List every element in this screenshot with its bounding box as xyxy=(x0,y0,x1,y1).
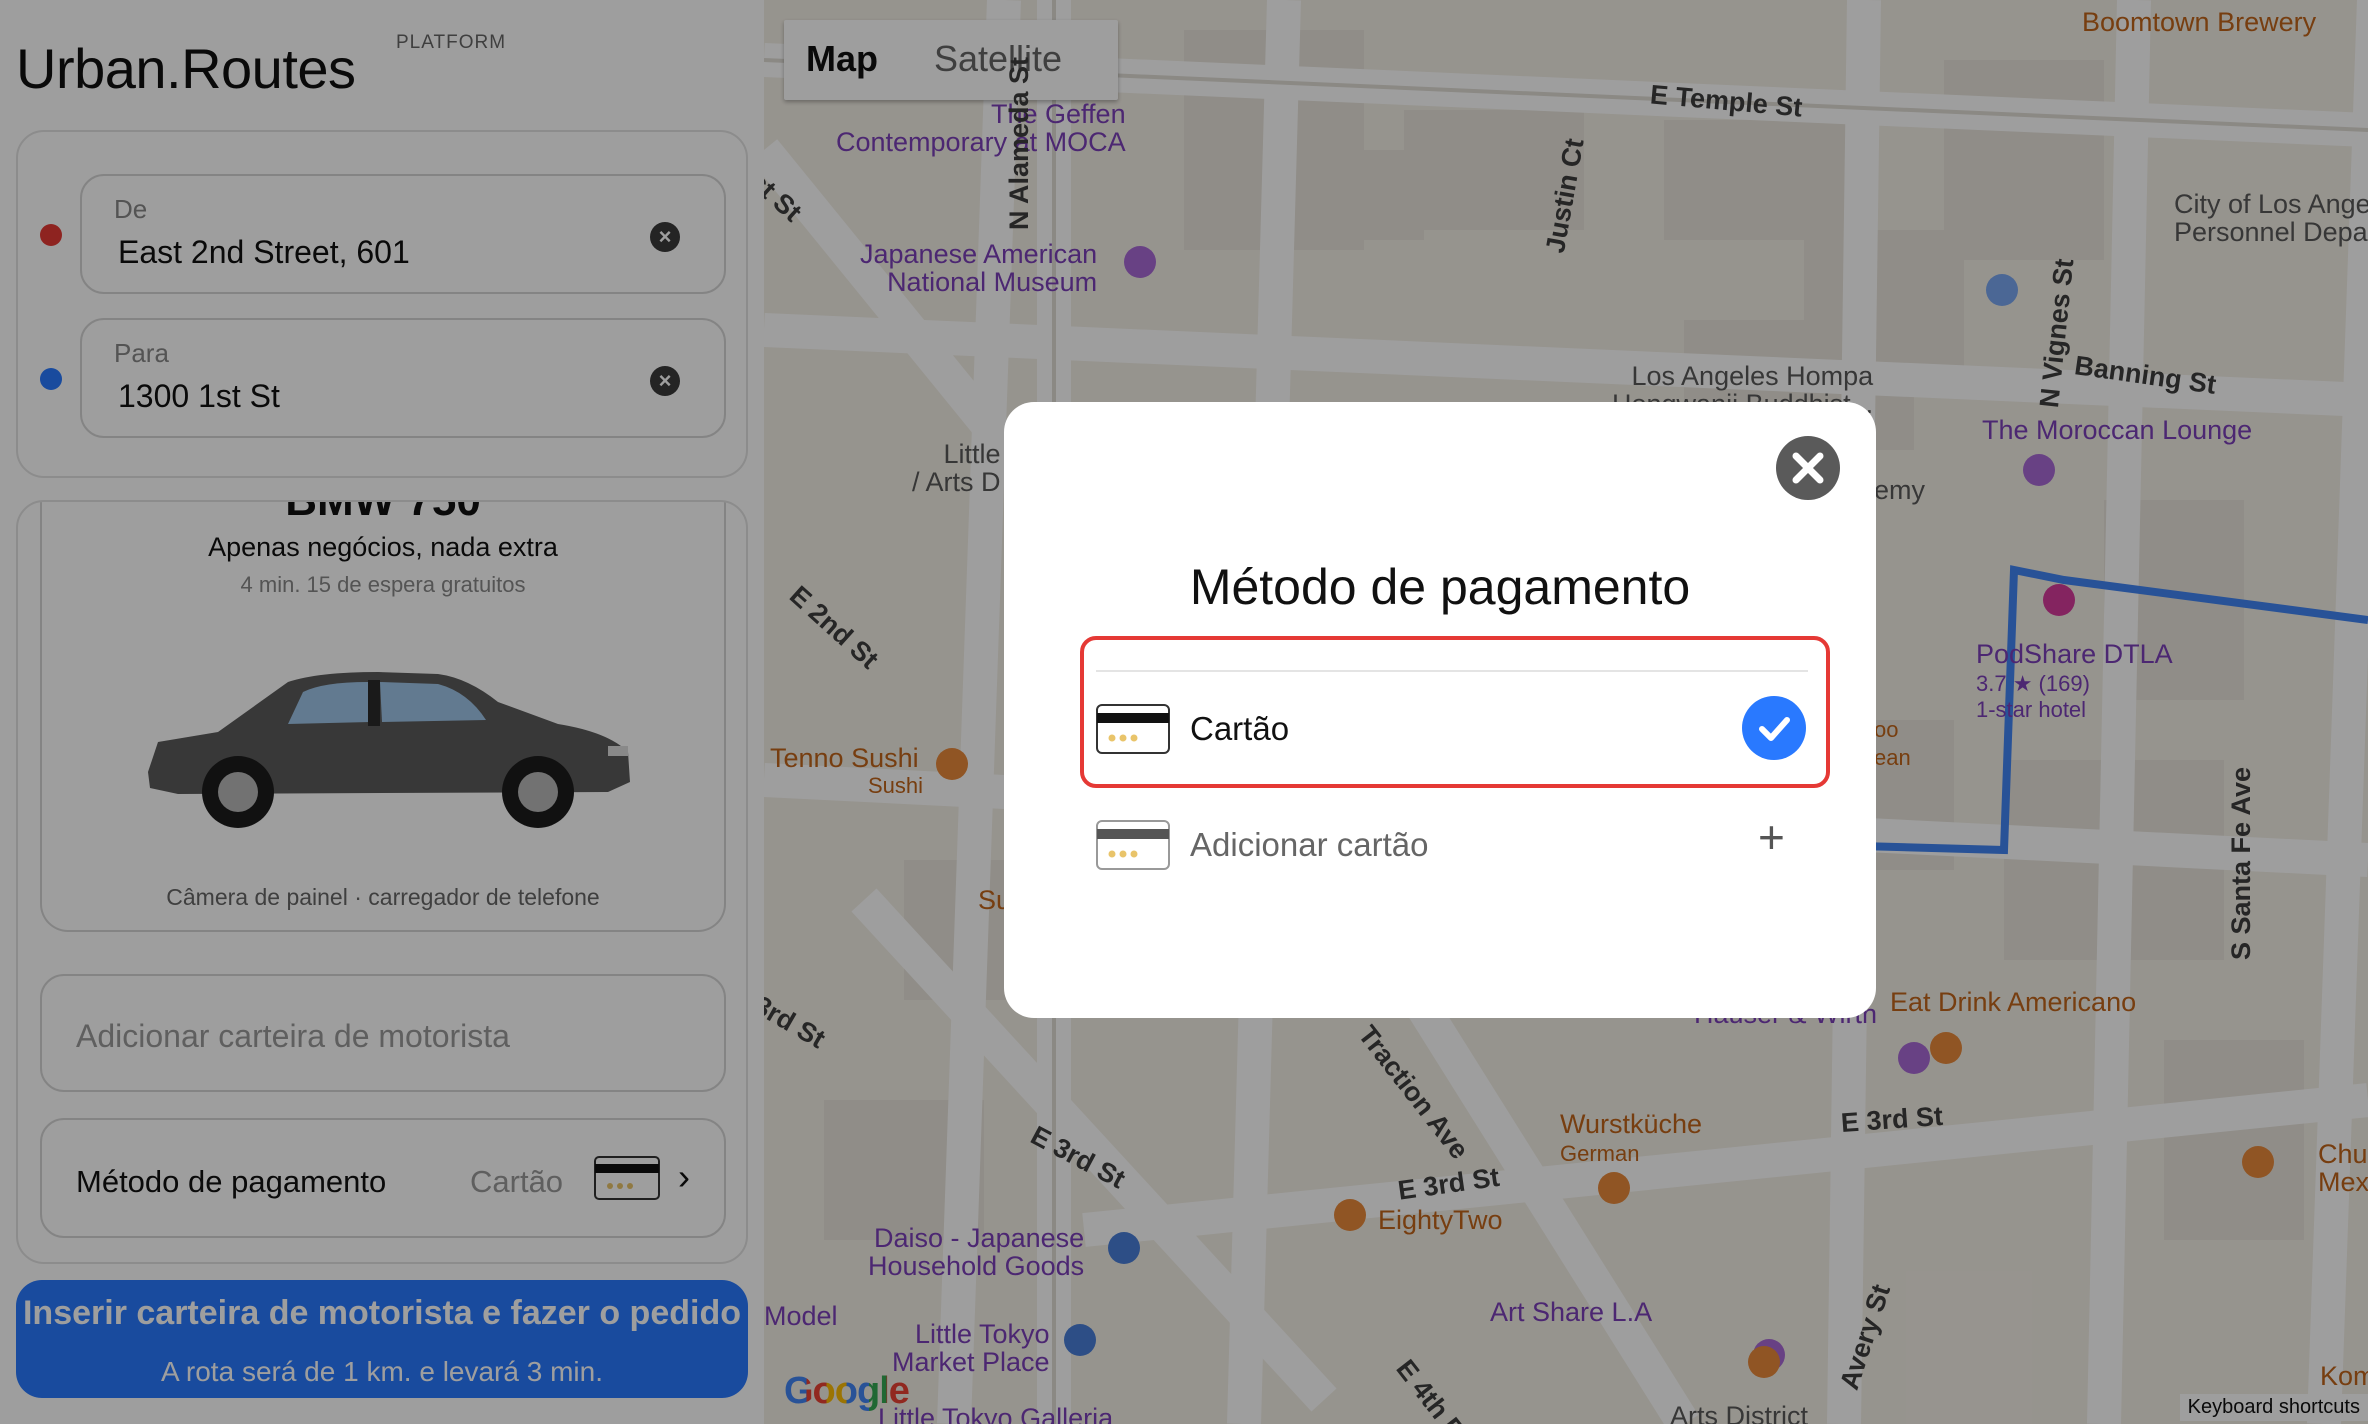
close-modal-button[interactable] xyxy=(1776,436,1840,500)
payment-option-card[interactable]: Cartão xyxy=(1096,682,1808,774)
checkmark-icon xyxy=(1742,696,1806,760)
plus-icon: + xyxy=(1758,811,1785,863)
credit-card-icon xyxy=(1096,704,1170,754)
divider xyxy=(1096,670,1808,672)
add-card-option[interactable]: Adicionar cartão + xyxy=(1096,798,1808,890)
modal-title: Método de pagamento xyxy=(1189,559,1691,615)
payment-option-card-label: Cartão xyxy=(1190,710,1290,747)
credit-card-icon xyxy=(1096,820,1170,870)
payment-method-modal: Método de pagamento Cartão Adicionar car… xyxy=(1004,402,1876,1018)
close-icon xyxy=(1792,452,1824,484)
add-card-label: Adicionar cartão xyxy=(1190,826,1429,863)
